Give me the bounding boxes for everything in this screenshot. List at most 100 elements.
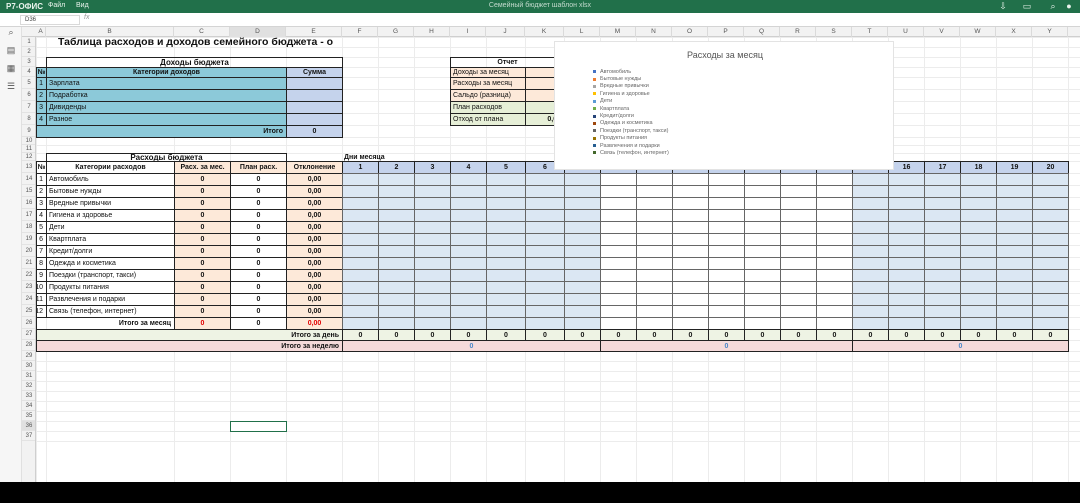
formula-bar: D36 fx <box>0 13 1080 27</box>
row-header[interactable]: 19 <box>22 233 35 245</box>
legend-swatch <box>593 136 596 140</box>
download-icon[interactable]: ⇩ <box>992 0 1014 13</box>
row-header[interactable]: 22 <box>22 269 35 281</box>
column-header[interactable]: D <box>230 27 286 37</box>
column-header[interactable]: V <box>924 27 960 37</box>
legend-swatch <box>593 77 596 81</box>
per-week-label[interactable]: Итого за неделю <box>36 340 343 352</box>
row-header[interactable]: 2 <box>22 47 35 57</box>
column-header[interactable]: H <box>414 27 450 37</box>
week-total[interactable]: 0 <box>600 340 853 352</box>
row-header[interactable]: 15 <box>22 185 35 197</box>
row-header[interactable]: 13 <box>22 161 35 173</box>
legend-swatch <box>593 151 596 155</box>
row-header[interactable]: 4 <box>22 67 35 77</box>
expenses-pie-chart[interactable]: Расходы за месяц Автомобиль Бытовые нужды… <box>554 41 894 170</box>
grid-line <box>36 391 1080 392</box>
legend-item: Гигиена и здоровье <box>593 90 669 97</box>
column-header[interactable]: I <box>450 27 486 37</box>
grid-line <box>36 431 1080 432</box>
sheet-title[interactable]: Таблица расходов и доходов семейного бюд… <box>56 37 333 48</box>
column-header[interactable]: P <box>708 27 744 37</box>
minimize-icon[interactable]: ▭ <box>1016 0 1038 13</box>
column-header[interactable]: T <box>852 27 888 37</box>
row-header[interactable]: 33 <box>22 391 35 401</box>
legend-label: Одежда и косметика <box>600 120 653 127</box>
column-header[interactable]: O <box>672 27 708 37</box>
legend-swatch <box>593 129 596 133</box>
menu-view[interactable]: Вид <box>76 2 89 9</box>
legend-label: Кредит/долги <box>600 113 634 120</box>
chat-icon[interactable]: ▦ <box>4 63 18 75</box>
column-header[interactable]: K <box>525 27 564 37</box>
column-header[interactable]: N <box>636 27 672 37</box>
column-header[interactable]: U <box>888 27 924 37</box>
search-icon[interactable]: ⌕ <box>4 27 18 39</box>
row-header[interactable]: 10 <box>22 137 35 145</box>
row-header[interactable]: 3 <box>22 57 35 67</box>
row-header[interactable]: 12 <box>22 153 35 161</box>
row-header[interactable]: 7 <box>22 101 35 113</box>
row-header[interactable]: 8 <box>22 113 35 125</box>
row-header[interactable]: 31 <box>22 371 35 381</box>
row-header[interactable]: 26 <box>22 317 35 329</box>
week-total[interactable]: 0 <box>852 340 1069 352</box>
income-total-value[interactable]: 0 <box>286 125 343 138</box>
row-header[interactable]: 6 <box>22 89 35 101</box>
row-header[interactable]: 24 <box>22 293 35 305</box>
column-header[interactable]: J <box>486 27 525 37</box>
column-header[interactable]: X <box>996 27 1032 37</box>
row-header[interactable]: 30 <box>22 361 35 371</box>
column-header[interactable]: L <box>564 27 600 37</box>
row-header[interactable]: 23 <box>22 281 35 293</box>
column-header[interactable]: S <box>816 27 852 37</box>
column-header[interactable]: Y <box>1032 27 1068 37</box>
column-header[interactable]: R <box>780 27 816 37</box>
grid-line <box>36 361 1080 362</box>
user-avatar-icon[interactable]: ● <box>1058 0 1080 13</box>
row-header[interactable]: 11 <box>22 145 35 153</box>
row-header[interactable]: 25 <box>22 305 35 317</box>
legend-item: Кредит/долги <box>593 112 669 119</box>
column-header[interactable]: W <box>960 27 996 37</box>
column-header[interactable]: G <box>378 27 414 37</box>
legend-label: Автомобиль <box>600 68 632 75</box>
column-header[interactable]: C <box>174 27 230 37</box>
row-header[interactable]: 34 <box>22 401 35 411</box>
legend-label: Вредные привычки <box>600 83 649 90</box>
column-header[interactable]: M <box>600 27 636 37</box>
row-header[interactable]: 21 <box>22 257 35 269</box>
comment-icon[interactable]: ▤ <box>4 45 18 57</box>
column-header[interactable]: B <box>46 27 174 37</box>
row-header[interactable]: 37 <box>22 431 35 441</box>
row-header[interactable]: 18 <box>22 221 35 233</box>
selected-cell[interactable] <box>230 421 287 432</box>
menu-file[interactable]: Файл <box>48 2 65 9</box>
column-header[interactable]: E <box>286 27 342 37</box>
column-headers: ABCDEFGHIJKLMNOPQRSTUVWXY <box>22 27 1080 37</box>
row-header[interactable]: 1 <box>22 37 35 47</box>
legend-swatch <box>593 114 596 118</box>
row-header[interactable]: 5 <box>22 77 35 89</box>
column-header[interactable]: F <box>342 27 378 37</box>
row-header[interactable]: 32 <box>22 381 35 391</box>
row-header[interactable]: 16 <box>22 197 35 209</box>
row-header[interactable]: 9 <box>22 125 35 137</box>
week-total[interactable]: 0 <box>342 340 601 352</box>
row-header[interactable]: 36 <box>22 421 35 431</box>
income-total-label[interactable]: Итого <box>36 125 287 138</box>
legend-label: Гигиена и здоровье <box>600 90 650 97</box>
row-header[interactable]: 27 <box>22 329 35 340</box>
column-header[interactable]: Q <box>744 27 780 37</box>
row-header[interactable]: 28 <box>22 340 35 351</box>
legend-swatch <box>593 144 596 148</box>
column-header[interactable]: A <box>36 27 46 37</box>
row-header[interactable]: 14 <box>22 173 35 185</box>
row-header[interactable]: 29 <box>22 351 35 361</box>
row-header[interactable]: 35 <box>22 411 35 421</box>
row-header[interactable]: 17 <box>22 209 35 221</box>
report-label[interactable]: Отход от плана <box>450 113 526 126</box>
name-box[interactable]: D36 <box>20 15 80 25</box>
spellcheck-icon[interactable]: ☰ <box>4 81 18 93</box>
row-header[interactable]: 20 <box>22 245 35 257</box>
